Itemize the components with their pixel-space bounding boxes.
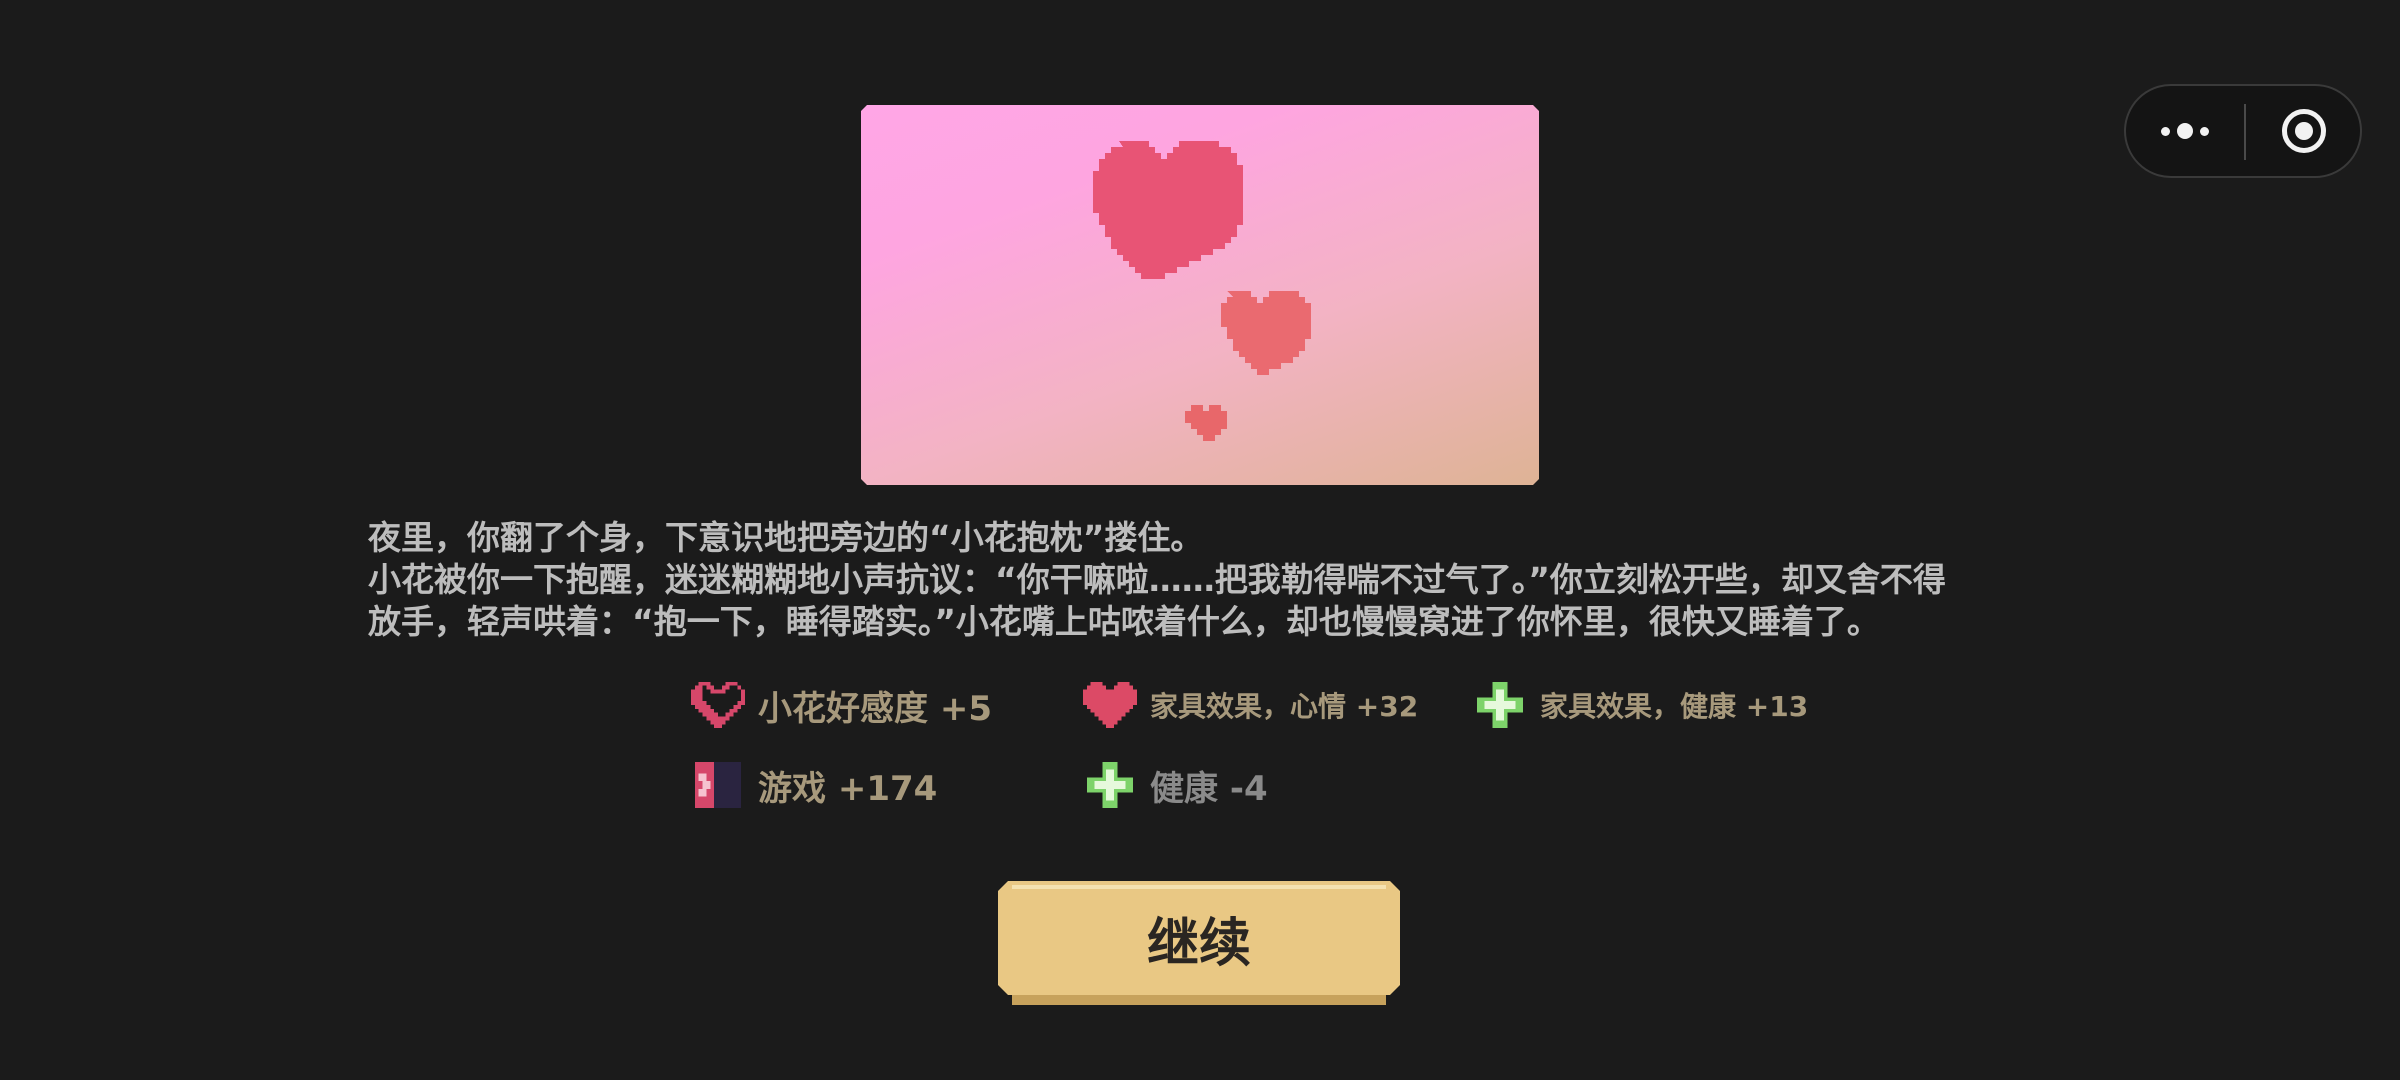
continue-button[interactable]: 继续 — [998, 881, 1400, 1007]
capsule-divider — [2244, 104, 2246, 160]
effect-mood-label: 家具效果，心情 +32 — [1150, 690, 1419, 723]
green-cross-icon — [1082, 758, 1138, 812]
heart-outline-icon — [690, 678, 746, 732]
effect-affection: 小花好感度 +5 — [690, 678, 992, 732]
large-heart — [1093, 141, 1243, 279]
mini-program-capsule — [2124, 84, 2362, 178]
event-result-screen: 夜里，你翻了个身，下意识地把旁边的“小花抱枕”搂住。 小花被你一下抱醒，迷迷糊糊… — [0, 0, 2400, 1080]
effect-game-label: 游戏 +174 — [758, 768, 938, 809]
effect-mood: 家具效果，心情 +32 — [1082, 678, 1418, 732]
continue-button-label: 继续 — [1146, 913, 1251, 974]
pixel-hearts-image — [861, 105, 1539, 485]
small-heart — [1185, 405, 1227, 441]
green-cross-icon — [1472, 678, 1528, 732]
more-dots-icon[interactable] — [2126, 86, 2244, 176]
close-target-icon[interactable] — [2248, 86, 2360, 176]
effect-affection-label: 小花好感度 +5 — [758, 688, 992, 729]
medium-heart — [1221, 291, 1311, 375]
effect-health-furniture: 家具效果，健康 +13 — [1472, 678, 1808, 732]
effect-health: 健康 -4 — [1082, 758, 1268, 812]
effect-health-furniture-label: 家具效果，健康 +13 — [1540, 690, 1809, 723]
event-illustration — [861, 105, 1539, 485]
heart-filled-icon — [1082, 678, 1138, 732]
effect-game: 游戏 +174 — [690, 758, 937, 812]
game-icon — [690, 758, 746, 812]
effect-health-label: 健康 -4 — [1150, 768, 1268, 809]
story-text: 夜里，你翻了个身，下意识地把旁边的“小花抱枕”搂住。 小花被你一下抱醒，迷迷糊糊… — [368, 518, 1946, 641]
